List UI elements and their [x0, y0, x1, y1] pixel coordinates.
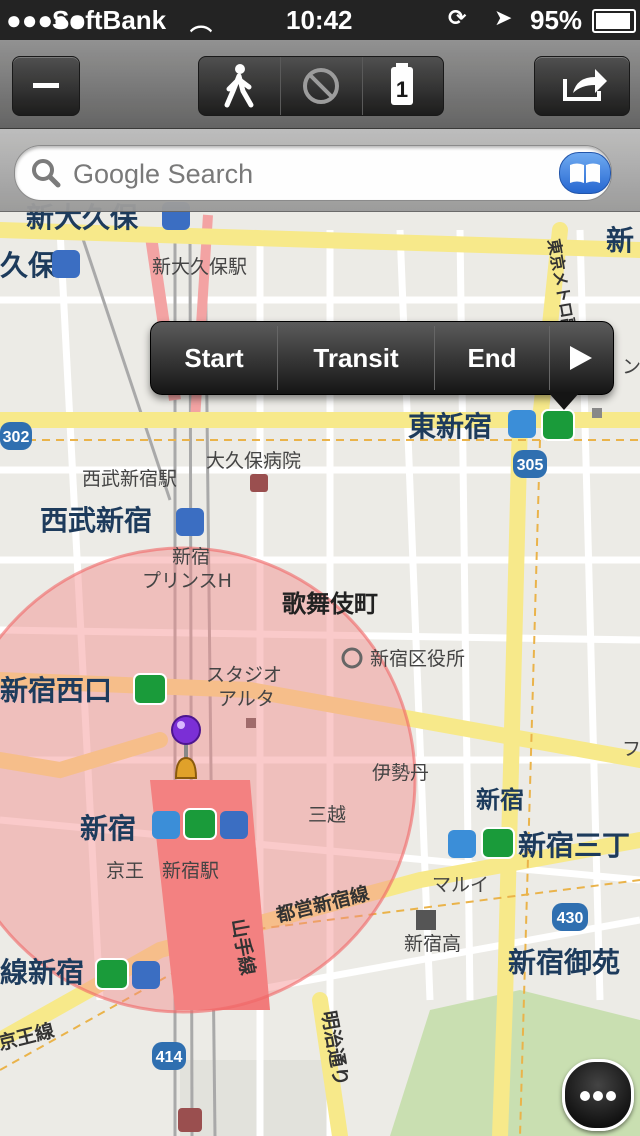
- toei-icon: [481, 827, 515, 859]
- station-label-shinjuku-gyoen: 新宿御苑: [508, 946, 620, 979]
- play-arrow-icon: [570, 346, 592, 370]
- place-label-ward-office: 新宿区役所: [370, 648, 465, 670]
- station-label-shinjuku-right: 新宿: [476, 786, 524, 814]
- road-305-label: 305: [517, 457, 544, 474]
- transit-button[interactable]: Transit: [278, 322, 434, 394]
- bell-icon: [174, 756, 198, 779]
- road-414-label: 414: [156, 1049, 183, 1066]
- metro-icon: [508, 410, 536, 438]
- callout-pointer: [548, 392, 580, 410]
- transit-icon: 1: [391, 63, 413, 105]
- clock: 10:42: [286, 5, 353, 35]
- place-label-marui: マルイ: [432, 874, 489, 896]
- place-label-shinjuku-high: 新宿高: [404, 933, 461, 955]
- minus-icon: [33, 83, 59, 88]
- bookmarks-button[interactable]: [559, 152, 611, 194]
- place-label-mitsukoshi: 三越: [308, 804, 346, 826]
- status-bar: ●●●●● SoftBank ︵ 10:42 ⟳ ➤ 95%: [0, 0, 640, 40]
- toei-icon: [95, 958, 129, 990]
- travel-mode-segment: 1: [198, 56, 444, 116]
- place-label-okubo-hospital: 大久保病院: [206, 450, 301, 472]
- place-label-shinjuku-eki: 新宿駅: [162, 860, 219, 882]
- more-button[interactable]: [562, 1059, 634, 1131]
- poi-marker: [592, 408, 602, 418]
- place-label-n: ン: [622, 356, 640, 378]
- road-430-label: 430: [557, 910, 584, 927]
- station-label-shinjuku-top: 新: [606, 224, 634, 257]
- battery-percent: 95%: [530, 5, 583, 35]
- school-icon: [416, 910, 436, 930]
- place-label-studio-2: アルタ: [218, 688, 275, 710]
- station-label-sen-shinjuku: 線新宿: [0, 956, 84, 989]
- dropped-pin[interactable]: [171, 715, 201, 745]
- jr-station-icon: [220, 811, 248, 839]
- share-icon: [563, 69, 607, 101]
- callout-next-button[interactable]: [550, 322, 612, 394]
- wifi-icon: ︵: [190, 10, 213, 35]
- station-label-shinjuku-sanchome: 新宿三丁: [518, 829, 630, 862]
- toei-icon: [133, 673, 167, 705]
- place-label-prince-1: 新宿: [172, 546, 210, 568]
- station-label-seibu-shinjuku: 西武新宿: [40, 504, 152, 537]
- place-label-shin-okubo-eki: 新大久保駅: [152, 256, 247, 278]
- location-arrow-icon: ➤: [494, 5, 513, 30]
- transit-mode-button[interactable]: 1: [363, 57, 444, 115]
- svg-text:1: 1: [396, 77, 408, 102]
- station-label-higashi-shinjuku: 東新宿: [408, 410, 492, 443]
- station-label-okubo: 久保: [0, 249, 57, 282]
- map-toolbar: 1: [0, 40, 640, 129]
- search-bar: [0, 129, 640, 212]
- pin-callout: Start Transit End: [150, 321, 614, 395]
- station-label-shinjuku-nishiguchi: 新宿西口: [0, 674, 112, 707]
- toei-icon: [541, 409, 575, 441]
- walking-mode-button[interactable]: [199, 57, 280, 115]
- hospital-icon: [250, 474, 268, 492]
- toei-icon: [183, 808, 217, 840]
- place-label-seibu-shinjuku-eki: 西武新宿駅: [82, 468, 177, 490]
- rotation-lock-icon: ⟳: [448, 5, 467, 30]
- place-label-isetan: 伊勢丹: [372, 762, 429, 784]
- walking-icon: [224, 64, 254, 108]
- battery-icon: [592, 9, 636, 33]
- road-302-label: 302: [3, 429, 30, 446]
- jr-station-icon: [132, 961, 160, 989]
- place-label-kabukicho: 歌舞伎町: [282, 590, 378, 618]
- more-icon: [580, 1091, 590, 1101]
- poi-marker: [246, 718, 256, 728]
- share-button[interactable]: [534, 56, 630, 116]
- station-label-shinjuku: 新宿: [80, 812, 136, 845]
- start-button[interactable]: Start: [151, 322, 277, 394]
- search-input[interactable]: [71, 154, 535, 194]
- search-icon: [32, 159, 61, 188]
- place-label-keio: 京王: [106, 860, 144, 882]
- jr-station-icon: [176, 508, 204, 536]
- search-field[interactable]: [14, 145, 612, 201]
- driving-mode-button[interactable]: [281, 57, 362, 115]
- hospital-icon: [178, 1108, 202, 1132]
- carrier-label: SoftBank: [52, 5, 167, 35]
- bookmarks-icon: [570, 163, 600, 183]
- metro-icon: [152, 811, 180, 839]
- place-label-studio-1: スタジオ: [206, 664, 282, 686]
- metro-icon: [448, 830, 476, 858]
- zoom-out-button[interactable]: [12, 56, 80, 116]
- end-button[interactable]: End: [435, 322, 549, 394]
- jr-station-icon: [52, 250, 80, 278]
- place-label-fu: フ: [622, 738, 640, 760]
- place-label-prince-2: プリンスH: [142, 570, 232, 592]
- no-entry-icon: [303, 68, 339, 104]
